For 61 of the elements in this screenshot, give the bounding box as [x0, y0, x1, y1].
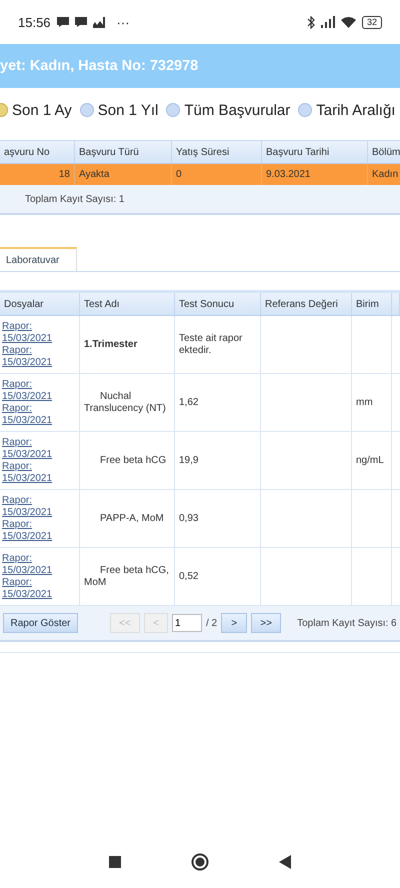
- column-header: aşvuru No: [0, 141, 75, 163]
- battery-icon: 32: [362, 16, 382, 28]
- test-name: Nuchal Translucency (NT): [84, 390, 167, 414]
- report-link[interactable]: Rapor: 15/03/2021: [2, 576, 62, 600]
- message-icon: [56, 17, 69, 27]
- clock: 15:56: [18, 14, 51, 30]
- column-header: Başvuru Tarihi: [262, 141, 368, 163]
- radio-label: Son 1 Ay: [12, 102, 72, 118]
- report-link[interactable]: Rapor: 15/03/2021: [2, 344, 62, 368]
- last-page-button[interactable]: >>: [251, 613, 282, 633]
- next-page-button[interactable]: >: [221, 613, 248, 633]
- radio-label: Son 1 Yıl: [98, 102, 158, 118]
- report-link[interactable]: Rapor: 15/03/2021: [2, 494, 62, 518]
- page-count: / 2: [206, 618, 218, 628]
- report-link[interactable]: Rapor: 15/03/2021: [2, 552, 62, 576]
- report-link[interactable]: Rapor: 15/03/2021: [2, 518, 62, 542]
- column-header: Test Sonucu: [175, 293, 261, 315]
- wifi-icon: [340, 16, 356, 28]
- test-result: 1,62: [179, 396, 198, 408]
- test-name: Free beta hCG, MoM: [84, 564, 170, 588]
- home-icon[interactable]: [191, 853, 209, 871]
- test-result: 19,9: [179, 454, 198, 466]
- column-header: Test Adı: [80, 293, 175, 315]
- test-name: PAPP-A, MoM: [99, 512, 164, 524]
- show-report-button[interactable]: Rapor Göster: [3, 613, 78, 633]
- test-name: 1.Trimester: [84, 338, 138, 350]
- visit-row[interactable]: 18 Ayakta 0 9.03.2021 Kadın: [0, 164, 400, 185]
- column-header: Dosyalar: [0, 293, 80, 315]
- page-field[interactable]: 1: [172, 614, 202, 632]
- test-result: Teste ait rapor ektedir.: [179, 332, 244, 356]
- unit: ng/mL: [356, 454, 384, 466]
- report-link[interactable]: Rapor: 15/03/2021: [2, 378, 62, 402]
- bluetooth-icon: [306, 16, 315, 28]
- recent-apps-icon[interactable]: [109, 856, 121, 868]
- more-indicator: ···: [116, 14, 130, 30]
- record-count: Toplam Kayıt Sayısı: 1: [25, 194, 124, 204]
- column-header: Bölüm: [368, 141, 400, 163]
- image-icon: [92, 16, 105, 28]
- column-header: Birim: [352, 293, 392, 315]
- unit: mm: [356, 396, 373, 408]
- radio-button[interactable]: [80, 103, 94, 117]
- column-header: Yatış Süresi: [172, 141, 262, 163]
- message-icon: [74, 17, 87, 27]
- record-count: Toplam Kayıt Sayısı: 6: [297, 618, 397, 628]
- test-name: Free beta hCG: [99, 454, 166, 466]
- radio-label: Tarih Aralığı: [316, 102, 396, 118]
- column-header: Başvuru Türü: [75, 141, 172, 163]
- patient-title: yet: Kadın, Hasta No: 732978: [0, 58, 198, 74]
- tab[interactable]: Laboratuvar: [0, 247, 77, 271]
- radio-button[interactable]: [166, 103, 180, 117]
- report-link[interactable]: Rapor: 15/03/2021: [2, 320, 62, 344]
- back-icon[interactable]: [279, 855, 291, 869]
- test-result: 0,52: [179, 570, 198, 582]
- radio-button[interactable]: [298, 103, 312, 117]
- signal-icon: [320, 16, 335, 28]
- report-link[interactable]: Rapor: 15/03/2021: [2, 402, 62, 426]
- radio-label: Tüm Başvurular: [184, 102, 290, 118]
- report-link[interactable]: Rapor: 15/03/2021: [2, 436, 62, 460]
- test-result: 0,93: [179, 512, 198, 524]
- column-header: Referans Değeri: [261, 293, 352, 315]
- report-link[interactable]: Rapor: 15/03/2021: [2, 460, 62, 484]
